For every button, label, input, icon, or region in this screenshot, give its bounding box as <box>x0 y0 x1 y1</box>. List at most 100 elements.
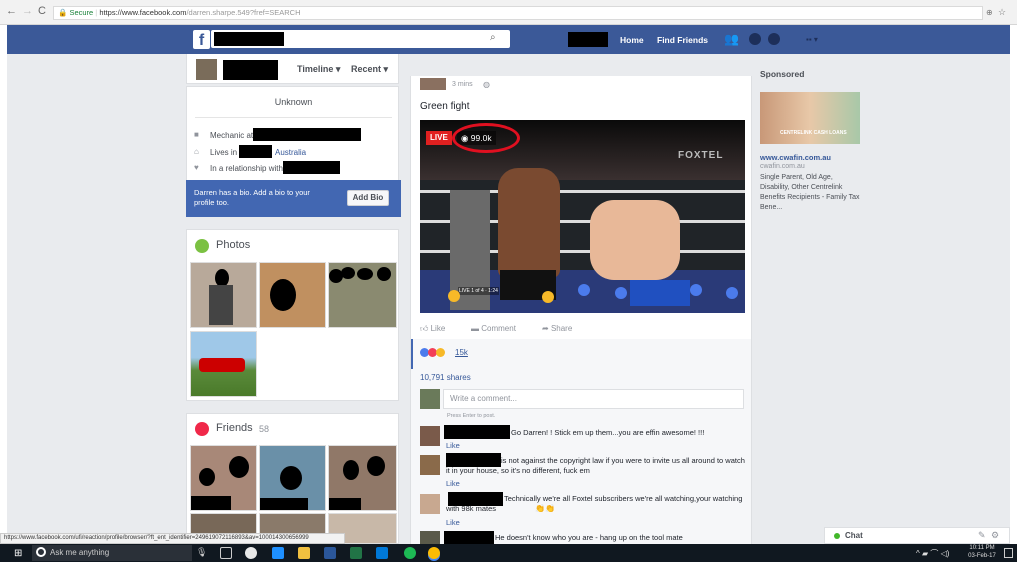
clock-time[interactable]: 10:11 PM <box>966 545 998 551</box>
add-bio-button[interactable]: Add Bio <box>347 190 389 206</box>
redaction <box>444 425 510 439</box>
forward-icon[interactable]: → <box>22 5 33 17</box>
reactions-count[interactable]: 15k <box>455 348 468 357</box>
zoom-icon[interactable]: ⊕ <box>986 8 993 17</box>
word-icon[interactable] <box>324 547 336 559</box>
file-explorer-icon[interactable] <box>298 547 310 559</box>
chrome-icon[interactable] <box>428 547 440 559</box>
redaction <box>253 128 361 141</box>
location-link[interactable]: Australia <box>275 148 306 157</box>
star-icon[interactable]: ☆ <box>998 7 1006 18</box>
notifications-icon[interactable] <box>768 33 780 45</box>
compose-icon[interactable]: ✎ <box>978 530 986 541</box>
like-reaction-icon <box>726 287 738 299</box>
friend-requests-icon[interactable]: 👥 <box>724 32 739 46</box>
share-button[interactable]: ➦ Share <box>542 324 572 333</box>
edge-icon[interactable] <box>272 547 284 559</box>
ad-domain: cwafin.com.au <box>760 163 805 170</box>
heart-icon: ♥ <box>194 163 199 172</box>
back-icon[interactable]: ← <box>6 5 17 17</box>
post-card: 3 mins ◍ Green fight FOXTEL LIVE ◉ 99.0k… <box>410 76 752 544</box>
fighter-right <box>590 200 680 280</box>
divider <box>195 117 392 118</box>
task-view-icon[interactable] <box>220 547 232 559</box>
comment-avatar[interactable] <box>420 426 440 446</box>
reload-icon[interactable]: C <box>38 5 46 17</box>
redaction <box>283 161 340 174</box>
outlook-icon[interactable] <box>376 547 388 559</box>
home-icon: ⌂ <box>194 147 199 156</box>
annotation-circle <box>452 123 520 153</box>
photo-thumbnail[interactable] <box>328 262 397 328</box>
redaction <box>568 32 608 47</box>
like-label: Like <box>430 324 446 333</box>
avatar[interactable] <box>196 59 217 80</box>
action-center-icon[interactable] <box>1004 548 1013 558</box>
tab-recent[interactable]: Recent ▾ <box>351 64 388 75</box>
find-friends-link[interactable]: Find Friends <box>657 35 708 45</box>
comment-avatar[interactable] <box>420 531 440 544</box>
secure-label: Secure <box>69 8 94 17</box>
redaction <box>239 145 272 158</box>
photos-title[interactable]: Photos <box>216 239 250 251</box>
gear-icon[interactable]: ⚙ <box>991 530 999 541</box>
comment-like-link[interactable]: Like <box>446 479 460 488</box>
comment-avatar[interactable] <box>420 455 440 475</box>
like-reaction-icon <box>615 287 627 299</box>
photo-thumbnail[interactable] <box>190 262 257 328</box>
windows-start-icon[interactable]: ⊞ <box>14 548 22 559</box>
comment-label: Comment <box>481 324 516 333</box>
ad-link[interactable]: www.cwafin.com.au <box>760 153 831 162</box>
facebook-logo-icon[interactable]: f <box>193 30 210 49</box>
messages-icon[interactable] <box>749 33 761 45</box>
chat-bar[interactable]: Chat ✎ ⚙ <box>824 527 1010 544</box>
post-time[interactable]: 3 mins <box>452 81 473 88</box>
lock-icon: 🔒 <box>58 8 68 17</box>
comment-text: He doesn't know who you are - hang up on… <box>495 533 683 542</box>
comment-button[interactable]: ▬ Comment <box>471 324 516 333</box>
like-reaction-icon <box>578 284 590 296</box>
haha-reaction-icon <box>436 348 445 357</box>
chat-label: Chat <box>845 531 863 540</box>
friends-count: 58 <box>259 424 270 434</box>
like-button[interactable]: 👍︎ Like <box>420 324 445 334</box>
photos-card: Photos <box>186 229 399 401</box>
system-tray-icons[interactable]: ^ ▰ ⌒ ◁) <box>916 548 949 559</box>
comment-like-link[interactable]: Like <box>446 441 460 450</box>
post-avatar[interactable] <box>420 78 446 90</box>
comment-like-link[interactable]: Like <box>446 518 460 527</box>
friends-icon <box>195 422 209 436</box>
bio-prompt-text: Darren has a bio. Add a bio to your prof… <box>194 188 310 207</box>
comment-avatar[interactable] <box>420 494 440 514</box>
share-icon: ➦ <box>542 324 549 333</box>
url-host: https://www.facebook.com <box>99 8 187 17</box>
share-label: Share <box>550 324 573 333</box>
settings-menu-icon[interactable]: ▪▪ ▾ <box>806 35 818 44</box>
search-input[interactable]: ⌕ <box>211 30 510 48</box>
photo-thumbnail[interactable] <box>259 262 326 328</box>
friends-title[interactable]: Friends <box>216 422 253 434</box>
ad-image[interactable]: CENTRELINK CASH LOANS <box>760 92 860 144</box>
app-icon[interactable] <box>245 547 257 559</box>
clock-date[interactable]: 03-Feb-17 <box>966 553 998 559</box>
photo-thumbnail[interactable] <box>190 331 257 397</box>
spotify-icon[interactable] <box>404 547 416 559</box>
cortana-search[interactable]: Ask me anything <box>32 545 192 561</box>
sponsored-heading: Sponsored <box>760 69 805 79</box>
friend-thumbnail[interactable] <box>259 445 326 511</box>
my-avatar <box>420 389 440 409</box>
tab-timeline[interactable]: Timeline ▾ <box>297 64 340 75</box>
comment-text: Go Darren! ! Stick em up them...you are … <box>511 428 705 437</box>
home-link[interactable]: Home <box>620 35 644 45</box>
live-video[interactable]: FOXTEL LIVE ◉ 99.0k LIVE 1 of 4 · 1:24 <box>420 120 745 313</box>
search-icon[interactable]: ⌕ <box>490 32 496 43</box>
microphone-icon[interactable]: 🎙︎ <box>196 547 207 558</box>
friend-thumbnail[interactable] <box>190 445 257 511</box>
excel-icon[interactable] <box>350 547 362 559</box>
friend-thumbnail[interactable] <box>328 445 397 511</box>
address-bar[interactable]: 🔒 Secure | https://www.facebook.com/darr… <box>53 6 983 20</box>
press-enter-hint: Press Enter to post. <box>447 413 496 419</box>
shares-count[interactable]: 10,791 shares <box>420 373 471 382</box>
intro-card: Unknown ■ Mechanic at ⌂ Lives in Austral… <box>186 86 401 217</box>
comment-input[interactable]: Write a comment... <box>443 389 744 409</box>
